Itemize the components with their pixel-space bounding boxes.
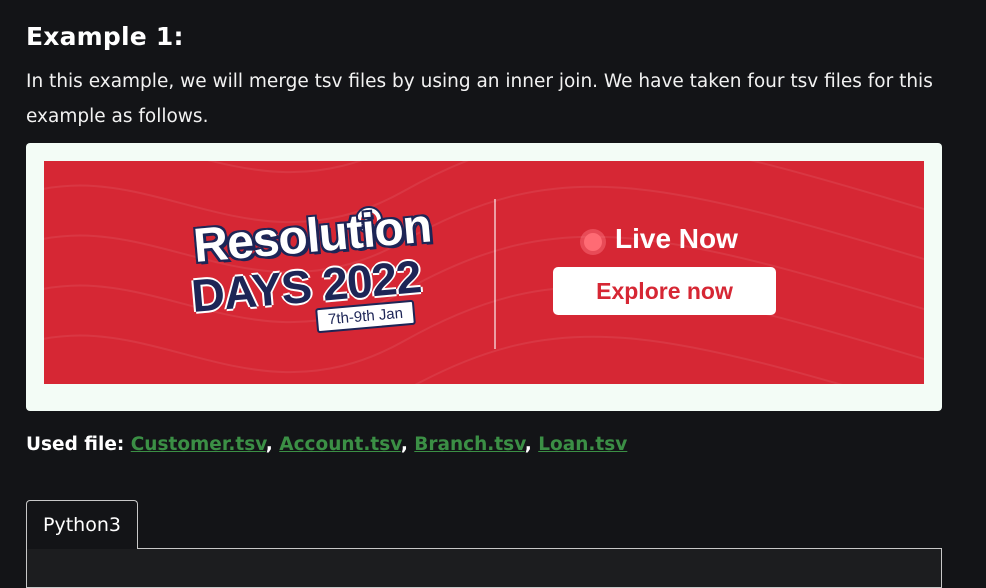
explore-now-button[interactable]: Explore now: [553, 267, 776, 315]
promo-banner[interactable]: Resolution DAYS 2022 7th-9th Jan Live No…: [44, 161, 924, 384]
used-files-line: Used file: Customer.tsv, Account.tsv, Br…: [26, 434, 628, 455]
code-panel[interactable]: [26, 548, 942, 588]
file-link-loan[interactable]: Loan.tsv: [538, 434, 627, 455]
live-indicator-icon: [584, 233, 602, 251]
example-heading: Example 1:: [26, 22, 184, 51]
live-now-label: Live Now: [615, 223, 738, 254]
intro-paragraph: In this example, we will merge tsv files…: [26, 71, 933, 127]
banner-divider: [494, 199, 496, 349]
file-link-customer[interactable]: Customer.tsv: [131, 434, 266, 455]
wave-pattern: [44, 161, 924, 384]
tab-python3[interactable]: Python3: [26, 500, 138, 549]
used-files-label: Used file:: [26, 434, 125, 455]
banner-frame: Resolution DAYS 2022 7th-9th Jan Live No…: [26, 143, 942, 411]
file-link-account[interactable]: Account.tsv: [279, 434, 401, 455]
file-link-branch[interactable]: Branch.tsv: [414, 434, 524, 455]
